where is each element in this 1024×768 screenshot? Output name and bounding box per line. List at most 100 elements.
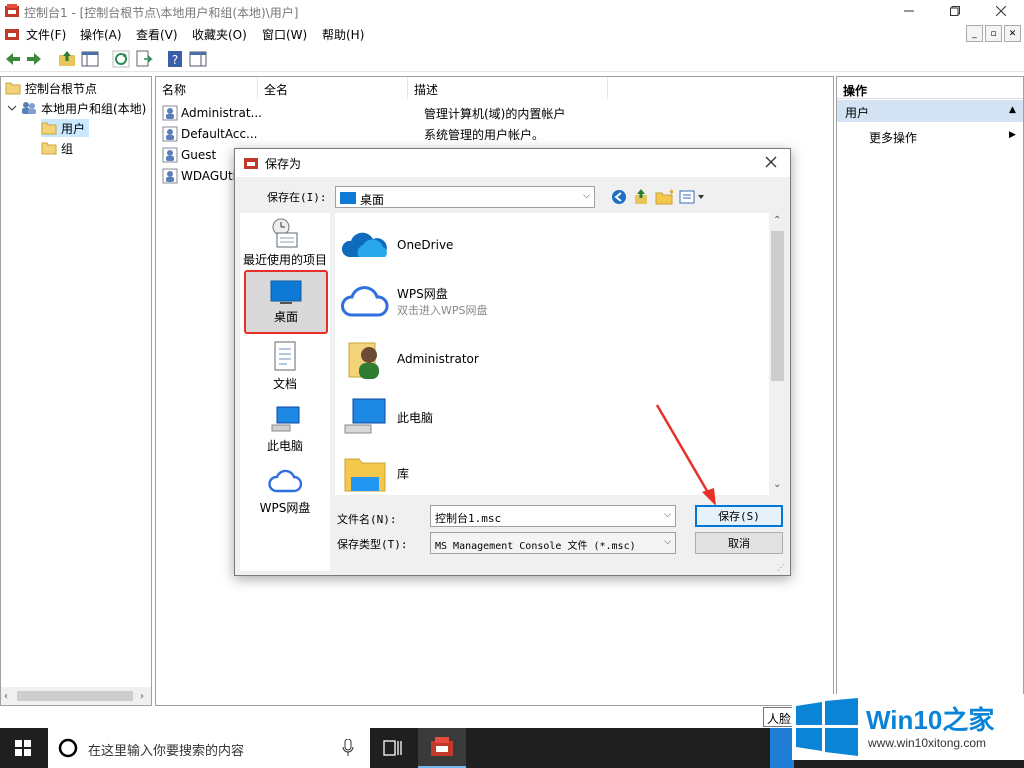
windows-start-icon[interactable] xyxy=(15,740,31,756)
document-icon xyxy=(240,341,330,373)
watermark: Win10之家 www.win10xitong.com xyxy=(792,694,1024,760)
task-view-icon[interactable] xyxy=(383,739,403,757)
save-in-combo[interactable]: 桌面 ⌵ xyxy=(335,186,595,208)
scrollbar-thumb[interactable] xyxy=(17,691,133,701)
close-button[interactable] xyxy=(978,0,1024,22)
folder-icon xyxy=(41,141,57,155)
action-pane-toggle-icon[interactable] xyxy=(189,50,207,68)
place-documents-label: 文档 xyxy=(272,377,297,391)
back-icon[interactable] xyxy=(4,50,22,68)
column-header-name[interactable]: 名称 xyxy=(156,77,258,99)
chevron-down-icon: ⌵ xyxy=(583,191,590,201)
filetype-select[interactable]: MS Management Console 文件 (*.msc) ⌵ xyxy=(430,532,676,554)
save-in-label: 保存在(I): xyxy=(267,191,327,204)
column-header-fullname[interactable]: 全名 xyxy=(258,77,408,99)
action-section-users[interactable]: 用户 ▲ xyxy=(837,100,1023,122)
computer-icon xyxy=(240,403,330,435)
list-item-wps-cloud[interactable]: WPS网盘 双击进入WPS网盘 xyxy=(341,281,488,321)
new-folder-icon[interactable]: ✦ xyxy=(655,188,673,206)
show-hide-tree-icon[interactable] xyxy=(81,50,99,68)
view-menu-icon[interactable] xyxy=(679,188,707,206)
collapse-up-icon[interactable]: ▲ xyxy=(1009,105,1016,115)
watermark-url: www.win10xitong.com xyxy=(868,736,987,750)
maximize-button[interactable] xyxy=(932,0,978,22)
menu-window[interactable]: 窗口(W) xyxy=(262,26,307,43)
back-nav-icon[interactable] xyxy=(610,188,628,206)
resize-grip-icon[interactable]: ⋰ xyxy=(777,563,785,572)
filename-value: 控制台1.msc xyxy=(435,512,502,525)
table-row[interactable]: Guest xyxy=(156,145,216,165)
tree-root-label: 控制台根节点 xyxy=(25,81,98,96)
cortana-icon xyxy=(58,738,78,758)
list-item-library[interactable]: 库 xyxy=(341,453,409,493)
action-section-label: 用户 xyxy=(845,106,870,120)
table-row[interactable]: DefaultAcc... 系统管理的用户帐户。 xyxy=(156,124,544,144)
microphone-icon[interactable] xyxy=(342,739,354,757)
desktop-icon xyxy=(246,280,326,306)
scroll-down-icon[interactable]: ⌄ xyxy=(773,479,781,490)
recent-icon xyxy=(240,217,330,249)
mmc-app-icon xyxy=(4,3,20,19)
list-item-this-pc[interactable]: 此电脑 xyxy=(341,395,433,439)
file-name: OneDrive xyxy=(397,238,454,252)
cancel-button[interactable]: 取消 xyxy=(695,532,783,554)
scroll-right-icon[interactable]: › xyxy=(140,691,144,702)
tree-local-users[interactable]: 本地用户和组(本地) xyxy=(7,99,146,117)
more-actions-item[interactable]: 更多操作 ▶ xyxy=(837,125,1023,147)
dialog-close-button[interactable] xyxy=(765,156,777,168)
window-title: 控制台1 - [控制台根节点\本地用户和组(本地)\用户] xyxy=(24,6,299,20)
mdi-restore-button[interactable]: ▫ xyxy=(985,25,1002,42)
tree-item-groups[interactable]: 组 xyxy=(41,139,73,157)
up-one-level-icon[interactable] xyxy=(632,188,650,206)
place-desktop[interactable]: 桌面 xyxy=(244,270,328,334)
help-icon[interactable]: ? xyxy=(166,50,184,68)
title-bar: 控制台1 - [控制台根节点\本地用户和组(本地)\用户] xyxy=(0,0,1024,22)
taskbar-pinned-app[interactable] xyxy=(770,728,794,768)
places-bar: 最近使用的项目 桌面 文档 此电脑 WPS网盘 xyxy=(240,213,330,571)
place-recent[interactable]: 最近使用的项目 xyxy=(240,217,330,268)
tree-root[interactable]: 控制台根节点 xyxy=(5,79,97,97)
chevron-down-icon[interactable] xyxy=(7,103,17,113)
taskbar-mmc-app[interactable] xyxy=(418,728,466,768)
list-item-administrator[interactable]: Administrator xyxy=(341,337,479,381)
place-desktop-label: 桌面 xyxy=(273,310,298,324)
tree-item-users-label: 用户 xyxy=(61,121,86,136)
mdi-minimize-button[interactable]: _ xyxy=(966,25,983,42)
minimize-button[interactable] xyxy=(886,0,932,22)
tree-hscrollbar[interactable]: ‹ › xyxy=(1,687,151,705)
file-name: 此电脑 xyxy=(397,410,434,425)
filetype-label: 保存类型(T): xyxy=(337,538,408,551)
refresh-icon[interactable] xyxy=(112,50,130,68)
console-tree-pane: 控制台根节点 本地用户和组(本地) 用户 组 ‹ › xyxy=(0,76,152,706)
user-icon xyxy=(162,126,178,142)
onedrive-icon xyxy=(341,227,389,263)
menu-help[interactable]: 帮助(H) xyxy=(322,26,364,43)
list-item-onedrive[interactable]: OneDrive xyxy=(341,227,453,263)
scroll-up-icon[interactable]: ⌃ xyxy=(773,215,781,226)
user-description: 系统管理的用户帐户。 xyxy=(424,127,545,142)
menu-file[interactable]: 文件(F) xyxy=(26,26,66,43)
chevron-down-icon[interactable]: ⌵ xyxy=(664,510,671,520)
scroll-left-icon[interactable]: ‹ xyxy=(4,691,8,702)
table-row[interactable]: Administrat... 管理计算机(域)的内置帐户 xyxy=(156,103,565,123)
column-header-description[interactable]: 描述 xyxy=(408,77,608,99)
place-documents[interactable]: 文档 xyxy=(240,341,330,392)
forward-icon[interactable] xyxy=(25,50,43,68)
place-this-pc[interactable]: 此电脑 xyxy=(240,403,330,454)
file-list-vscrollbar[interactable]: ⌃ ⌄ xyxy=(769,213,786,495)
menu-view[interactable]: 查看(V) xyxy=(136,26,178,43)
menu-action[interactable]: 操作(A) xyxy=(80,26,122,43)
taskbar-search-box[interactable]: 在这里输入你要搜索的内容 xyxy=(48,728,370,768)
tree-item-groups-label: 组 xyxy=(61,141,74,156)
up-folder-icon[interactable] xyxy=(58,50,76,68)
table-row[interactable]: WDAGUti xyxy=(156,166,236,186)
place-wps-cloud[interactable]: WPS网盘 xyxy=(240,465,330,516)
filename-input[interactable]: 控制台1.msc ⌵ xyxy=(430,505,676,527)
export-list-icon[interactable] xyxy=(135,50,153,68)
tree-item-users[interactable]: 用户 xyxy=(41,119,90,137)
scrollbar-thumb[interactable] xyxy=(771,231,784,381)
menu-favorites[interactable]: 收藏夹(O) xyxy=(192,26,247,43)
mdi-child-icon xyxy=(4,26,20,42)
mdi-close-button[interactable]: ✕ xyxy=(1004,25,1021,42)
search-placeholder: 在这里输入你要搜索的内容 xyxy=(88,744,245,759)
